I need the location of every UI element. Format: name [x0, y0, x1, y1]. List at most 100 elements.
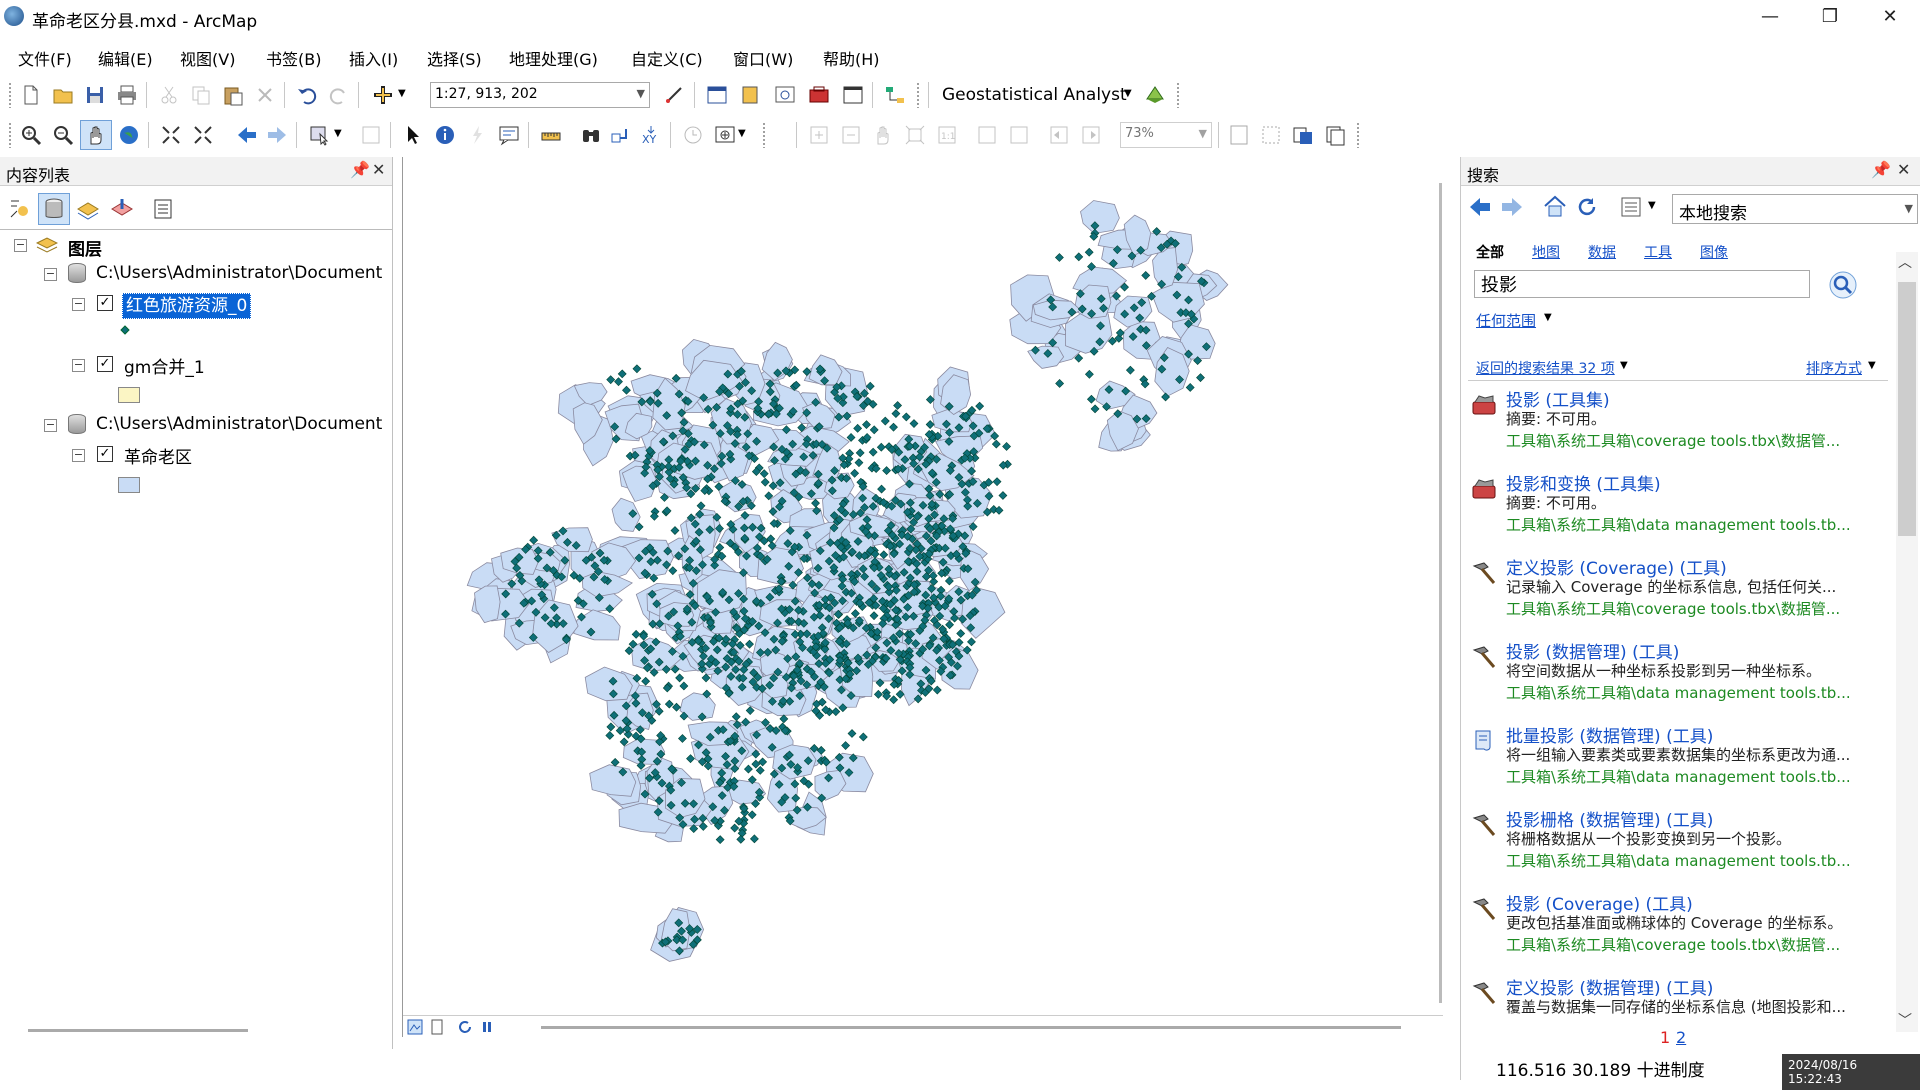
red-tourism-point[interactable] — [755, 765, 765, 775]
select-features-icon[interactable] — [308, 124, 330, 146]
red-tourism-point[interactable] — [1141, 271, 1151, 280]
toolbar-grip[interactable] — [762, 122, 766, 148]
red-tourism-point[interactable] — [865, 381, 875, 391]
scroll-down-icon[interactable]: ﹀ — [1898, 1010, 1912, 1030]
toolbar-grip[interactable] — [1356, 122, 1360, 148]
source-path-label[interactable]: C:\Users\Administrator\Document — [96, 414, 388, 434]
red-tourism-point[interactable] — [869, 611, 879, 621]
new-document-icon[interactable] — [20, 84, 42, 106]
layers-root-label[interactable]: 图层 — [68, 235, 102, 260]
refresh-icon[interactable] — [1576, 196, 1598, 218]
expand-source-toggle[interactable]: − — [44, 419, 57, 432]
expand-layers-toggle[interactable]: − — [14, 239, 27, 252]
layout-zoom-in-icon[interactable] — [808, 124, 830, 146]
county-polygon[interactable] — [589, 764, 637, 797]
red-tourism-point[interactable] — [811, 498, 820, 508]
fixed-zoom-in-icon[interactable] — [160, 124, 182, 146]
red-tourism-point[interactable] — [855, 448, 865, 458]
layout-view-icon[interactable] — [429, 1019, 445, 1035]
search-scope-combo[interactable]: 本地搜索 ▼ — [1672, 194, 1918, 224]
search-result-item[interactable]: 定义投影 (数据管理) (工具) 覆盖与数据集一同存储的坐标系信息 (地图投影和… — [1468, 974, 1908, 1018]
menu-geoprocessing[interactable]: 地理处理(G) — [509, 46, 598, 70]
layout-zoom-combo[interactable]: 73% ▼ — [1120, 122, 1212, 148]
arctoolbox-icon[interactable] — [808, 84, 830, 106]
search-icon[interactable] — [1828, 270, 1858, 300]
red-tourism-point[interactable] — [880, 416, 890, 426]
red-tourism-point[interactable] — [715, 543, 725, 552]
catalog-window-icon[interactable] — [740, 84, 762, 106]
red-tourism-point[interactable] — [868, 447, 878, 457]
layer-visibility-checkbox[interactable]: ✓ — [97, 295, 113, 311]
undo-icon[interactable] — [296, 84, 318, 106]
tab-images[interactable]: 图像 — [1700, 242, 1728, 262]
red-tourism-point[interactable] — [743, 764, 753, 774]
result-path[interactable]: 工具箱\系统工具箱\coverage tools.tbx\数据管... — [1506, 430, 1906, 451]
forward-arrow-icon[interactable] — [1500, 196, 1524, 218]
red-tourism-point[interactable] — [998, 491, 1008, 500]
red-tourism-point[interactable] — [850, 468, 860, 478]
red-tourism-point[interactable] — [631, 629, 641, 639]
close-panel-icon[interactable]: ✕ — [372, 160, 385, 179]
county-polygon[interactable] — [474, 585, 501, 624]
range-dropdown-arrow[interactable]: ▼ — [1544, 312, 1552, 323]
tab-data[interactable]: 数据 — [1588, 242, 1616, 262]
menu-file[interactable]: 文件(F) — [18, 46, 72, 70]
red-tourism-point[interactable] — [891, 409, 901, 419]
add-data-icon[interactable] — [372, 84, 394, 106]
page-2-link[interactable]: 2 — [1676, 1028, 1686, 1047]
search-result-item[interactable]: 投影栅格 (数据管理) (工具) 将栅格数据从一个投影变换到另一个投影。 工具箱… — [1468, 806, 1908, 886]
red-tourism-point[interactable] — [956, 629, 966, 638]
toggle-draft-mode-icon[interactable] — [1228, 124, 1250, 146]
red-tourism-point[interactable] — [779, 714, 789, 724]
red-tourism-point[interactable] — [745, 639, 754, 649]
search-result-item[interactable]: 定义投影 (Coverage) (工具) 记录输入 Coverage 的坐标系信… — [1468, 554, 1908, 634]
red-tourism-point[interactable] — [854, 458, 864, 468]
red-tourism-point[interactable] — [736, 834, 746, 844]
red-tourism-point[interactable] — [862, 420, 871, 430]
red-tourism-point[interactable] — [715, 835, 725, 845]
layer-label[interactable]: gm合并_1 — [124, 353, 205, 378]
red-tourism-point[interactable] — [841, 741, 851, 750]
layer-visibility-checkbox[interactable]: ✓ — [97, 446, 113, 462]
results-count-link[interactable]: 返回的搜索结果 32 项 — [1476, 358, 1615, 378]
copy-icon[interactable] — [190, 84, 212, 106]
go-forward-extent-icon[interactable] — [266, 124, 288, 146]
red-tourism-point[interactable] — [672, 702, 681, 712]
zoom-whole-page-icon[interactable] — [904, 124, 926, 146]
refresh-view-icon[interactable] — [457, 1019, 473, 1035]
red-tourism-point[interactable] — [747, 810, 757, 820]
map-scale-combo[interactable]: 1:27, 913, 202 ▼ — [430, 82, 650, 108]
red-tourism-point[interactable] — [1055, 379, 1065, 388]
toc-options-icon[interactable] — [152, 197, 174, 221]
measure-icon[interactable] — [540, 124, 562, 146]
red-tourism-point[interactable] — [869, 425, 879, 435]
red-tourism-point[interactable] — [853, 423, 863, 433]
search-window-icon[interactable] — [774, 84, 796, 106]
red-tourism-point[interactable] — [901, 412, 911, 422]
horizontal-scrollbar[interactable] — [28, 1029, 248, 1032]
red-tourism-point[interactable] — [925, 420, 935, 429]
red-tourism-point[interactable] — [1002, 442, 1011, 451]
zoom-out-icon[interactable] — [52, 124, 74, 146]
red-tourism-point[interactable] — [730, 823, 740, 833]
html-popup-icon[interactable] — [498, 124, 520, 146]
home-icon[interactable] — [1542, 194, 1568, 218]
red-tourism-point[interactable] — [1084, 247, 1094, 257]
search-result-item[interactable]: 投影和变换 (工具集) 摘要: 不可用。 工具箱\系统工具箱\data mana… — [1468, 470, 1908, 550]
geostat-dropdown-arrow[interactable]: ▼ — [1124, 88, 1132, 99]
tab-maps[interactable]: 地图 — [1532, 242, 1560, 262]
list-by-source-button[interactable] — [38, 193, 70, 225]
red-tourism-point[interactable] — [1074, 252, 1084, 262]
geostatistical-analyst-menu[interactable]: Geostatistical Analyst — [942, 85, 1127, 105]
red-tourism-point[interactable] — [1086, 394, 1096, 404]
red-tourism-point[interactable] — [606, 722, 616, 732]
red-tourism-point[interactable] — [605, 731, 615, 740]
red-tourism-point[interactable] — [876, 442, 886, 452]
red-tourism-point[interactable] — [751, 759, 761, 769]
data-driven-pages-icon[interactable] — [1324, 124, 1346, 146]
menu-windows[interactable]: 窗口(W) — [733, 46, 793, 70]
county-polygon[interactable] — [1080, 200, 1120, 234]
fixed-zoom-in-layout-icon[interactable] — [976, 124, 998, 146]
result-path[interactable]: 工具箱\系统工具箱\data management tools.tb... — [1506, 682, 1906, 703]
red-tourism-point[interactable] — [945, 620, 955, 630]
